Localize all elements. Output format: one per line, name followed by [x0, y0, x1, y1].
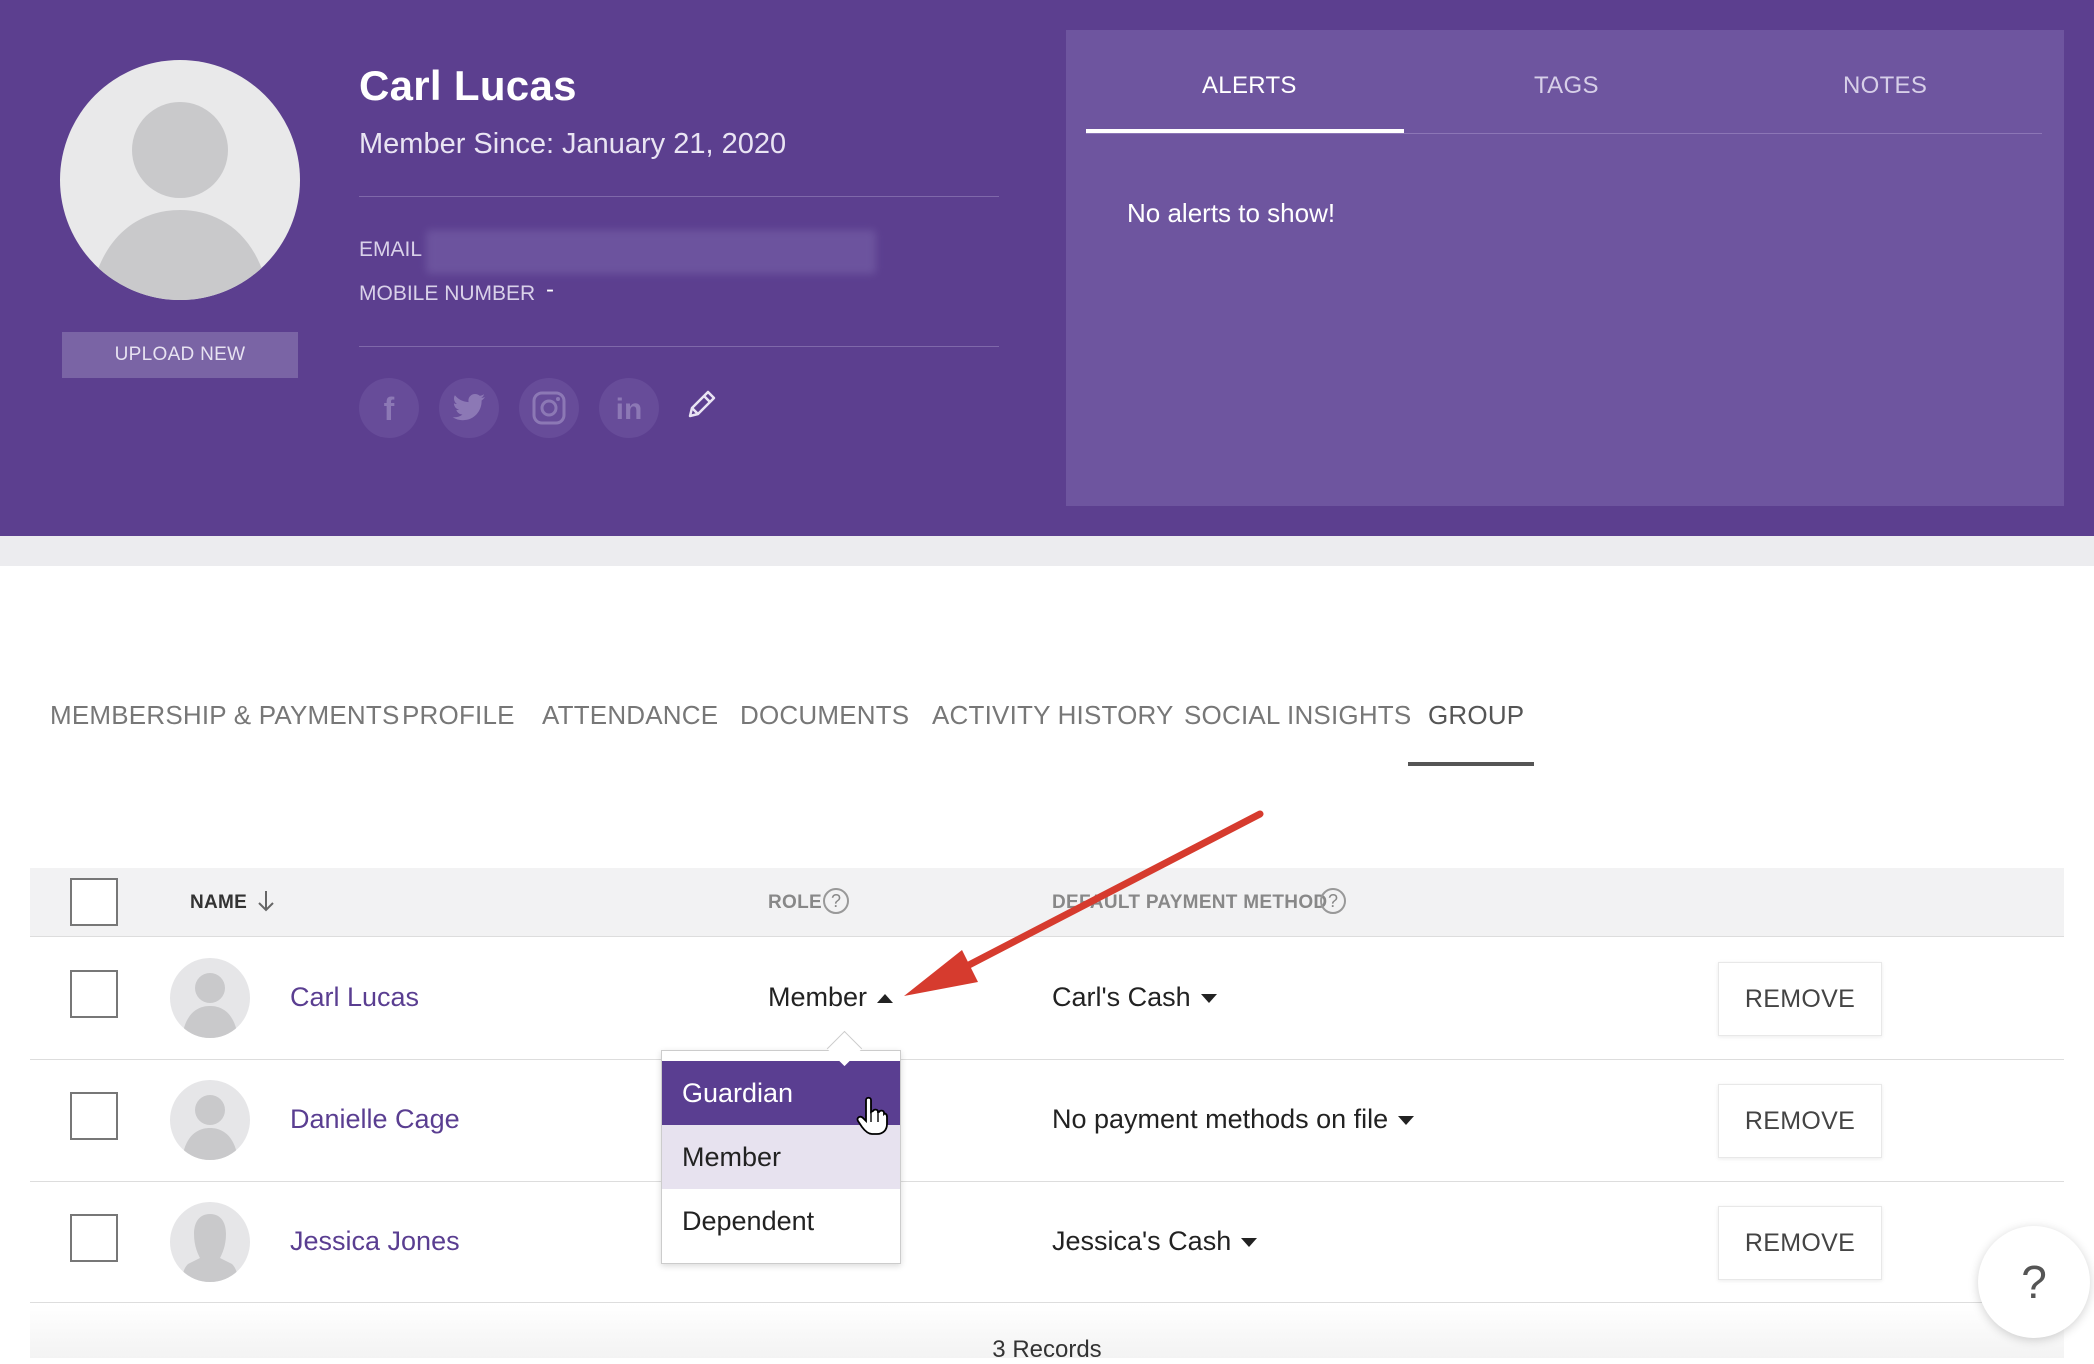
- alerts-panel: [1066, 30, 2064, 506]
- select-all-checkbox[interactable]: [70, 878, 118, 926]
- row-checkbox[interactable]: [70, 970, 118, 1018]
- sort-down-icon[interactable]: [256, 888, 276, 914]
- tab-tags[interactable]: TAGS: [1534, 72, 1599, 100]
- member-since: Member Since: January 21, 2020: [359, 128, 786, 161]
- column-header-role: ROLE: [768, 892, 822, 913]
- mobile-value: -: [546, 276, 554, 303]
- row-divider: [30, 1181, 2064, 1182]
- hand-cursor-icon: [856, 1096, 888, 1135]
- remove-button[interactable]: REMOVE: [1718, 962, 1882, 1036]
- payment-select-value: No payment methods on file: [1052, 1104, 1389, 1134]
- person-silhouette-icon: [182, 1095, 238, 1160]
- twitter-icon[interactable]: [439, 378, 499, 438]
- svg-text:f: f: [384, 391, 395, 427]
- avatar: [170, 1202, 250, 1282]
- linkedin-icon[interactable]: in: [599, 378, 659, 438]
- member-name-link[interactable]: Jessica Jones: [290, 1226, 460, 1257]
- svg-text:in: in: [616, 393, 643, 426]
- avatar: [170, 958, 250, 1038]
- role-dropdown-menu: Guardian Member Dependent: [661, 1050, 901, 1264]
- pencil-icon[interactable]: [684, 386, 720, 422]
- nav-tab-attendance[interactable]: ATTENDANCE: [542, 700, 718, 731]
- person-silhouette-icon: [182, 1214, 238, 1282]
- tab-divider: [1086, 133, 2042, 134]
- nav-tab-activity-history[interactable]: ACTIVITY HISTORY: [932, 700, 1174, 731]
- member-name-link[interactable]: Danielle Cage: [290, 1104, 460, 1135]
- payment-help-icon[interactable]: ?: [1320, 888, 1346, 914]
- active-tab-indicator: [1086, 129, 1404, 133]
- row-checkbox[interactable]: [70, 1214, 118, 1262]
- records-count: 3 Records: [992, 1336, 1102, 1363]
- profile-name: Carl Lucas: [359, 62, 577, 109]
- role-select[interactable]: Member: [768, 982, 894, 1013]
- payment-select[interactable]: No payment methods on file: [1052, 1104, 1415, 1135]
- tab-alerts[interactable]: ALERTS: [1202, 72, 1297, 100]
- row-checkbox[interactable]: [70, 1092, 118, 1140]
- caret-down-icon: [1241, 1238, 1258, 1248]
- payment-select-value: Jessica's Cash: [1052, 1226, 1232, 1256]
- member-name-link[interactable]: Carl Lucas: [290, 982, 419, 1013]
- row-divider: [30, 1059, 2064, 1060]
- header-shadow-band: [0, 536, 2094, 566]
- nav-tab-profile[interactable]: PROFILE: [402, 700, 515, 731]
- email-value-redacted: [426, 230, 876, 274]
- remove-button[interactable]: REMOVE: [1718, 1206, 1882, 1280]
- caret-down-icon: [1398, 1116, 1415, 1126]
- divider: [359, 196, 999, 197]
- mobile-label: MOBILE NUMBER: [359, 282, 536, 305]
- role-select-value: Member: [768, 982, 868, 1012]
- role-option-dependent[interactable]: Dependent: [662, 1189, 900, 1253]
- column-header-name[interactable]: NAME: [190, 892, 247, 914]
- tab-notes[interactable]: NOTES: [1843, 72, 1927, 100]
- person-silhouette-icon: [182, 973, 238, 1038]
- divider: [359, 346, 999, 347]
- nav-tab-social-insights[interactable]: SOCIAL INSIGHTS: [1184, 700, 1411, 731]
- annotation-arrow-icon: [904, 810, 1264, 996]
- remove-button[interactable]: REMOVE: [1718, 1084, 1882, 1158]
- facebook-icon[interactable]: f: [359, 378, 419, 438]
- row-divider: [30, 1302, 2064, 1303]
- profile-avatar: [60, 60, 300, 300]
- member-since-value: January 21, 2020: [562, 128, 787, 160]
- nav-tab-membership-payments[interactable]: MEMBERSHIP & PAYMENTS: [50, 700, 400, 731]
- active-nav-indicator: [1408, 762, 1534, 766]
- empty-alerts-message: No alerts to show!: [1127, 198, 1336, 228]
- help-button[interactable]: ?: [1978, 1226, 2090, 1338]
- role-help-icon[interactable]: ?: [823, 888, 849, 914]
- instagram-icon[interactable]: [519, 378, 579, 438]
- nav-tab-group[interactable]: GROUP: [1428, 700, 1524, 731]
- upload-new-button[interactable]: UPLOAD NEW: [62, 332, 298, 378]
- email-label: EMAIL: [359, 238, 423, 261]
- avatar: [170, 1080, 250, 1160]
- member-since-label: Member Since:: [359, 128, 555, 160]
- person-silhouette-icon: [90, 102, 270, 300]
- nav-tab-documents[interactable]: DOCUMENTS: [740, 700, 909, 731]
- payment-select[interactable]: Jessica's Cash: [1052, 1226, 1258, 1257]
